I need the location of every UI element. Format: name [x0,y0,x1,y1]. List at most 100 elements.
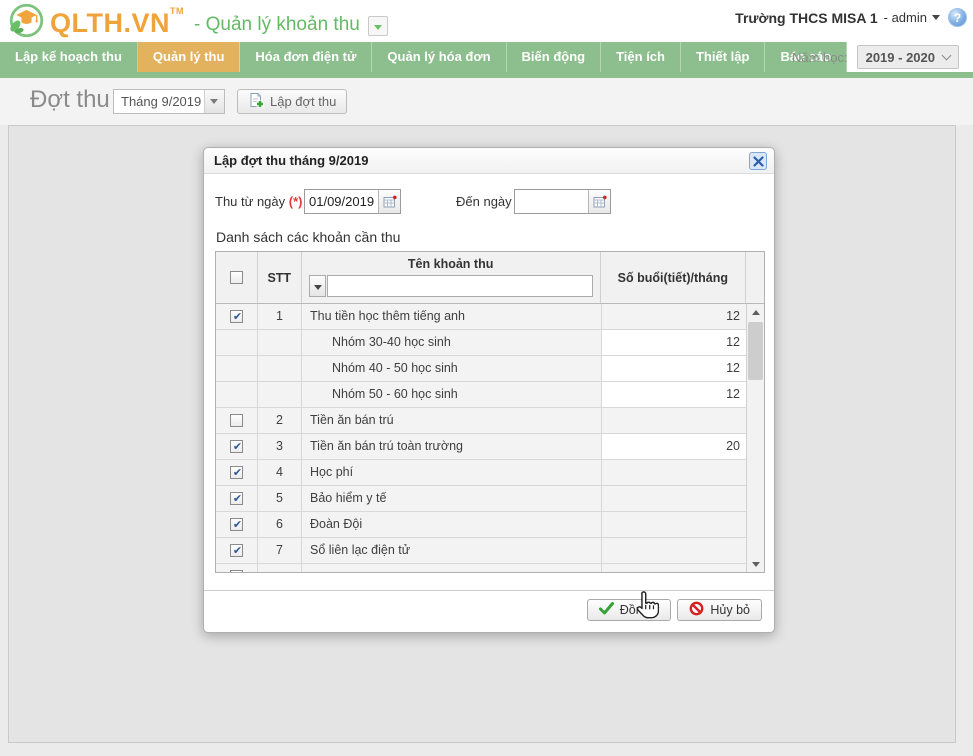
cancel-icon [689,601,704,619]
table-row[interactable]: 4Học phí [216,460,748,486]
row-checkbox[interactable] [230,310,244,324]
row-checkbox[interactable] [230,544,244,558]
row-fee-name: Bảo hiểm y tế [302,486,602,511]
fee-name-header-label: Tên khoản thu [407,257,494,271]
tab-hoa-don-dien-tu[interactable]: Hóa đơn điện tử [240,42,373,72]
table-row[interactable]: Nhóm 40 - 50 học sinh 12 [216,356,748,382]
row-stt: 5 [258,486,302,511]
table-row[interactable] [216,564,748,572]
row-checkbox[interactable] [230,570,244,572]
create-batch-label: Lập đợt thu [270,94,337,109]
table-row[interactable]: 5Bảo hiểm y tế [216,486,748,512]
user-name: - admin [883,10,927,25]
create-batch-icon [248,92,264,111]
row-sessions-cell [602,460,748,485]
period-select[interactable]: Tháng 9/2019 [113,89,225,114]
row-sessions-cell: 12 [602,304,748,329]
table-row[interactable]: 7Sổ liên lạc điện tử [216,538,748,564]
row-checkbox-cell [216,408,258,433]
fee-rows: 1Thu tiền học thêm tiếng anh12Nhóm 30-40… [216,304,748,572]
required-mark: (*) [288,194,303,209]
row-checkbox[interactable] [230,492,244,506]
scroll-up-icon[interactable] [747,304,764,321]
user-area[interactable]: Trường THCS MISA 1 - admin [735,8,967,27]
brand: QLTH.VNTM - Quản lý khoản thu [8,2,388,44]
to-date-input[interactable] [515,190,588,213]
user-caret-icon [932,15,940,24]
select-all-checkbox[interactable] [229,271,243,284]
table-row[interactable]: 1Thu tiền học thêm tiếng anh12 [216,304,748,330]
from-date-field [304,189,401,214]
row-fee-name: Thu tiền học thêm tiếng anh [302,304,602,329]
school-year-area: Năm học: 2019 - 2020 [792,45,959,69]
cancel-button[interactable]: Hủy bỏ [677,599,762,621]
row-checkbox-cell [216,330,258,355]
row-sessions-cell[interactable]: 12 [602,382,748,407]
calendar-icon[interactable] [378,190,400,213]
vertical-scrollbar[interactable] [746,304,764,572]
row-checkbox[interactable] [230,414,243,427]
fee-name-column-header: Tên khoản thu [302,252,601,303]
row-checkbox[interactable] [230,518,244,532]
table-row[interactable]: 3Tiền ăn bán trú toàn trường20 [216,434,748,460]
tab-tien-ich[interactable]: Tiện ích [601,42,681,72]
modal-titlebar: Lập đợt thu tháng 9/2019 [204,148,774,174]
filter-dropdown-icon[interactable] [308,275,326,297]
row-sessions-cell [602,564,748,572]
date-row: Thu từ ngày (*) Đến ngày [215,189,765,215]
cancel-button-label: Hủy bỏ [710,603,750,617]
row-stt [258,330,302,355]
help-icon[interactable] [948,8,967,27]
row-sessions-cell[interactable]: 20 [602,434,748,459]
to-date-label: Đến ngày [456,194,512,209]
row-checkbox-cell [216,538,258,563]
row-fee-name: Tiền ăn bán trú [302,408,602,433]
row-checkbox-cell [216,564,258,572]
tab-thiet-lap[interactable]: Thiết lập [681,42,766,72]
calendar-icon[interactable] [588,190,610,213]
sessions-column-header: Số buổi(tiết)/tháng [601,252,747,303]
period-select-value: Tháng 9/2019 [121,94,202,109]
tab-quan-ly-hoa-don[interactable]: Quản lý hóa đơn [372,42,507,72]
row-checkbox-cell [216,434,258,459]
nav-tabs: Lập kế hoạch thu Quản lý thu Hóa đơn điệ… [0,42,848,72]
school-name: Trường THCS MISA 1 [735,9,878,26]
row-fee-name: Tiền ăn bán trú toàn trường [302,434,602,459]
tab-lap-ke-hoach-thu[interactable]: Lập kế hoạch thu [0,42,138,72]
row-stt [258,356,302,381]
from-date-input[interactable] [305,190,378,213]
row-checkbox[interactable] [230,466,244,480]
scroll-down-icon[interactable] [747,555,764,572]
row-checkbox[interactable] [230,440,244,454]
tab-bien-dong[interactable]: Biến động [507,42,602,72]
row-sessions-cell [602,408,748,433]
modal-footer: Đồng ý Hủy bỏ [204,590,774,632]
row-fee-name: Sổ liên lạc điện tử [302,538,602,563]
table-row[interactable]: 2 Tiền ăn bán trú [216,408,748,434]
create-batch-button[interactable]: Lập đợt thu [237,89,348,114]
school-year-select[interactable]: 2019 - 2020 [856,45,959,69]
table-row[interactable]: Nhóm 50 - 60 học sinh 12 [216,382,748,408]
row-sessions-cell[interactable]: 12 [602,330,748,355]
row-fee-name: Học phí [302,460,602,485]
row-stt [258,564,302,572]
fee-name-filter-input[interactable] [326,275,593,297]
fee-list-title: Danh sách các khoản cần thu [216,229,401,245]
scrollbar-thumb[interactable] [748,322,763,380]
close-icon[interactable] [749,152,767,170]
table-row[interactable]: 6Đoàn Đội [216,512,748,538]
page-toolbar: Đợt thu Tháng 9/2019 Lập đợt thu [0,78,973,125]
module-dropdown-button[interactable] [367,16,388,36]
row-fee-name: Nhóm 30-40 học sinh [302,330,602,355]
row-sessions-cell[interactable]: 12 [602,356,748,381]
table-row[interactable]: Nhóm 30-40 học sinh 12 [216,330,748,356]
select-all-cell [216,252,258,303]
row-stt: 4 [258,460,302,485]
row-stt [258,382,302,407]
row-checkbox-cell [216,356,258,381]
row-checkbox-cell [216,512,258,537]
row-sessions-cell [602,486,748,511]
tab-quan-ly-thu[interactable]: Quản lý thu [137,42,241,72]
fee-table: STT Tên khoản thu Số buổi(tiết)/tháng 1T… [215,251,765,573]
school-year-label: Năm học: [791,49,848,65]
